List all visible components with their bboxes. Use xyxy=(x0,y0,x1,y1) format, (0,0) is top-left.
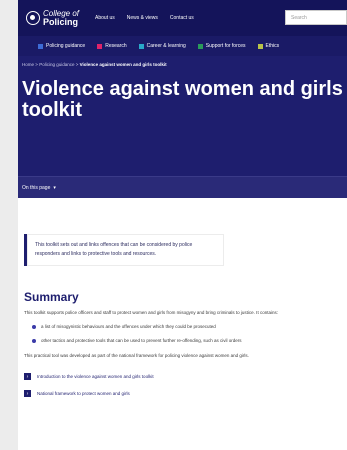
top-nav: About us News & views Contact us xyxy=(95,15,194,21)
subnav-support-for-forces[interactable]: Support for forces xyxy=(197,43,246,49)
summary-intro: This toolkit supports police officers an… xyxy=(24,310,278,315)
nav-contact-us[interactable]: Contact us xyxy=(170,15,194,21)
breadcrumb-policing-guidance[interactable]: Policing guidance xyxy=(39,62,74,67)
on-this-page-toggle[interactable]: On this page ▾ xyxy=(18,176,347,198)
intro-callout: This toolkit sets out and links offences… xyxy=(24,234,224,266)
page-title: Violence against women and girls toolkit xyxy=(22,78,343,121)
bullet-icon xyxy=(32,338,36,343)
nav-about-us[interactable]: About us xyxy=(95,15,115,21)
subnav-ethics[interactable]: Ethics xyxy=(257,43,279,49)
bullet-icon xyxy=(32,324,36,329)
site-header: College of Policing About us News & view… xyxy=(18,0,347,36)
breadcrumb-current: Violence against women and girls toolkit xyxy=(79,62,167,67)
page: College of Policing About us News & view… xyxy=(18,0,347,450)
subnav-career-learning[interactable]: Career & learning xyxy=(138,43,186,49)
summary-heading: Summary xyxy=(24,290,79,304)
link-introduction[interactable]: › Introduction to the violence against w… xyxy=(24,373,345,380)
square-icon xyxy=(38,43,43,49)
arrow-right-icon: › xyxy=(24,390,31,397)
college-of-policing-logo[interactable]: College of Policing xyxy=(26,9,79,27)
link-national-framework[interactable]: › National framework to protect women an… xyxy=(24,390,345,397)
square-icon xyxy=(197,43,203,49)
breadcrumb-home[interactable]: Home xyxy=(22,62,34,67)
arrow-right-icon: › xyxy=(24,373,31,380)
square-icon xyxy=(138,43,144,49)
square-icon xyxy=(97,43,103,49)
main-content: This toolkit sets out and links offences… xyxy=(18,198,347,397)
subnav-research[interactable]: Research xyxy=(97,43,127,49)
search-input[interactable]: Search xyxy=(285,10,347,25)
summary-list: a list of misogynistic behaviours and th… xyxy=(32,324,345,343)
nav-news-views[interactable]: News & views xyxy=(127,15,158,21)
logo-line2: Policing xyxy=(43,17,79,27)
page-hero: Home > Policing guidance > Violence agai… xyxy=(18,56,347,176)
breadcrumb: Home > Policing guidance > Violence agai… xyxy=(22,62,167,67)
subnav-policing-guidance[interactable]: Policing guidance xyxy=(38,43,85,49)
crest-icon xyxy=(26,11,40,25)
chevron-down-icon: ▾ xyxy=(53,184,56,191)
section-nav: Policing guidance Research Career & lear… xyxy=(18,36,347,56)
list-item: other tactics and protective tools that … xyxy=(32,338,345,343)
list-item: a list of misogynistic behaviours and th… xyxy=(32,324,345,329)
square-icon xyxy=(257,43,263,49)
summary-note: This practical tool was developed as par… xyxy=(24,353,249,358)
